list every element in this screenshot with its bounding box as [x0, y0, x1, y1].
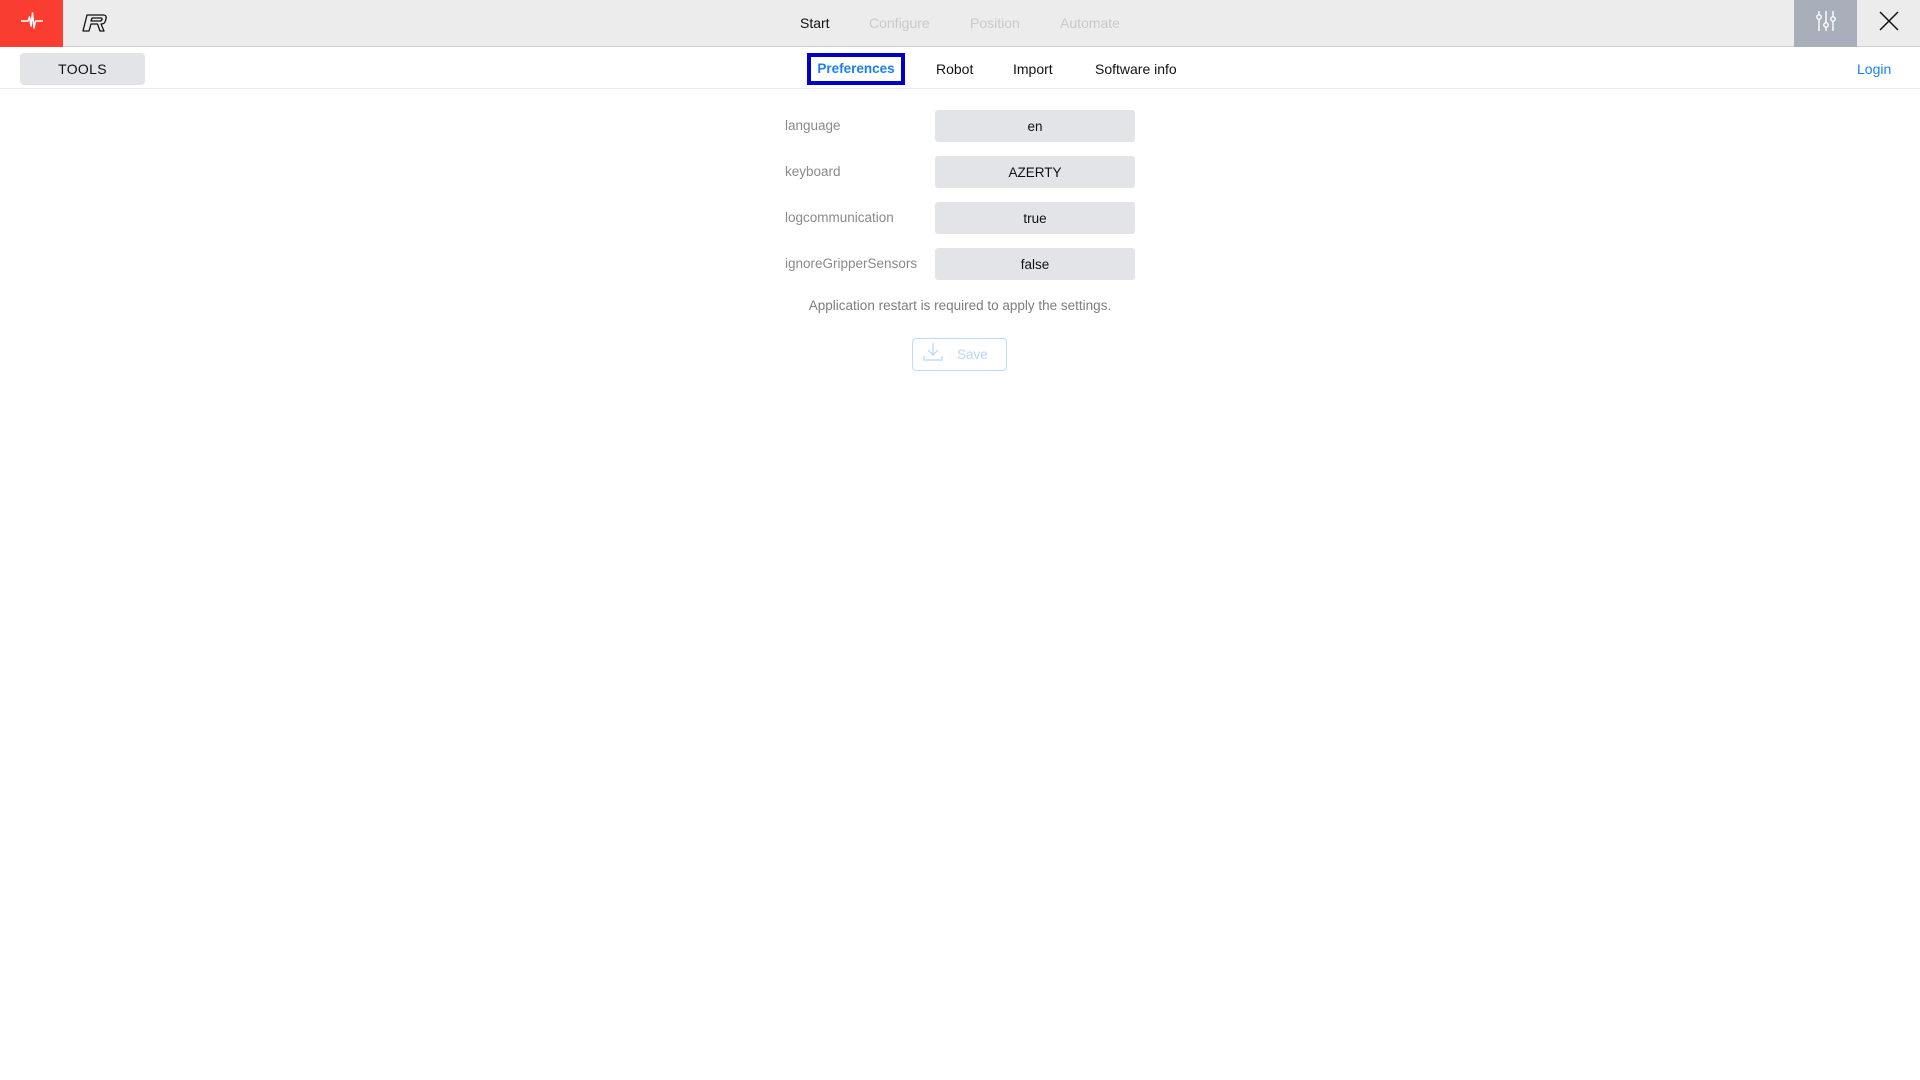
pref-row-ignore-gripper-sensors: ignoreGripperSensors false — [785, 248, 1135, 280]
nav-automate: Automate — [1060, 15, 1120, 31]
keyboard-select[interactable]: AZERTY — [935, 156, 1135, 188]
tab-robot[interactable]: Robot — [936, 53, 973, 85]
sub-toolbar: TOOLS Preferences Robot Import Software … — [0, 48, 1920, 89]
close-button[interactable] — [1857, 0, 1920, 47]
pref-label: logcommunication — [785, 210, 894, 225]
pref-label: language — [785, 118, 841, 133]
pref-row-keyboard: keyboard AZERTY — [785, 156, 1135, 188]
save-label: Save — [957, 347, 988, 362]
nav-start[interactable]: Start — [800, 15, 830, 31]
download-icon — [923, 342, 943, 367]
tab-software-info[interactable]: Software info — [1095, 53, 1177, 85]
logcommunication-select[interactable]: true — [935, 202, 1135, 234]
nav-configure: Configure — [869, 15, 930, 31]
login-link[interactable]: Login — [1857, 53, 1891, 85]
tab-import[interactable]: Import — [1013, 53, 1053, 85]
ignore-gripper-sensors-select[interactable]: false — [935, 248, 1135, 280]
tools-button[interactable]: TOOLS — [20, 53, 145, 85]
pref-label: keyboard — [785, 164, 841, 179]
home-logo-button[interactable] — [0, 0, 63, 47]
tab-preferences[interactable]: Preferences — [807, 53, 905, 85]
nav-position: Position — [970, 15, 1020, 31]
sliders-icon — [1815, 10, 1837, 37]
save-button[interactable]: Save — [912, 338, 1007, 371]
settings-button[interactable] — [1794, 0, 1857, 47]
close-icon — [1878, 11, 1899, 36]
pref-row-language: language en — [785, 110, 1135, 142]
top-header: Start Configure Position Automate — [0, 0, 1920, 47]
restart-note: Application restart is required to apply… — [808, 298, 1112, 313]
language-select[interactable]: en — [935, 110, 1135, 142]
pref-label: ignoreGripperSensors — [785, 256, 918, 271]
r-brand-icon — [78, 10, 112, 36]
pref-row-logcommunication: logcommunication true — [785, 202, 1135, 234]
heartbeat-icon — [20, 12, 43, 35]
